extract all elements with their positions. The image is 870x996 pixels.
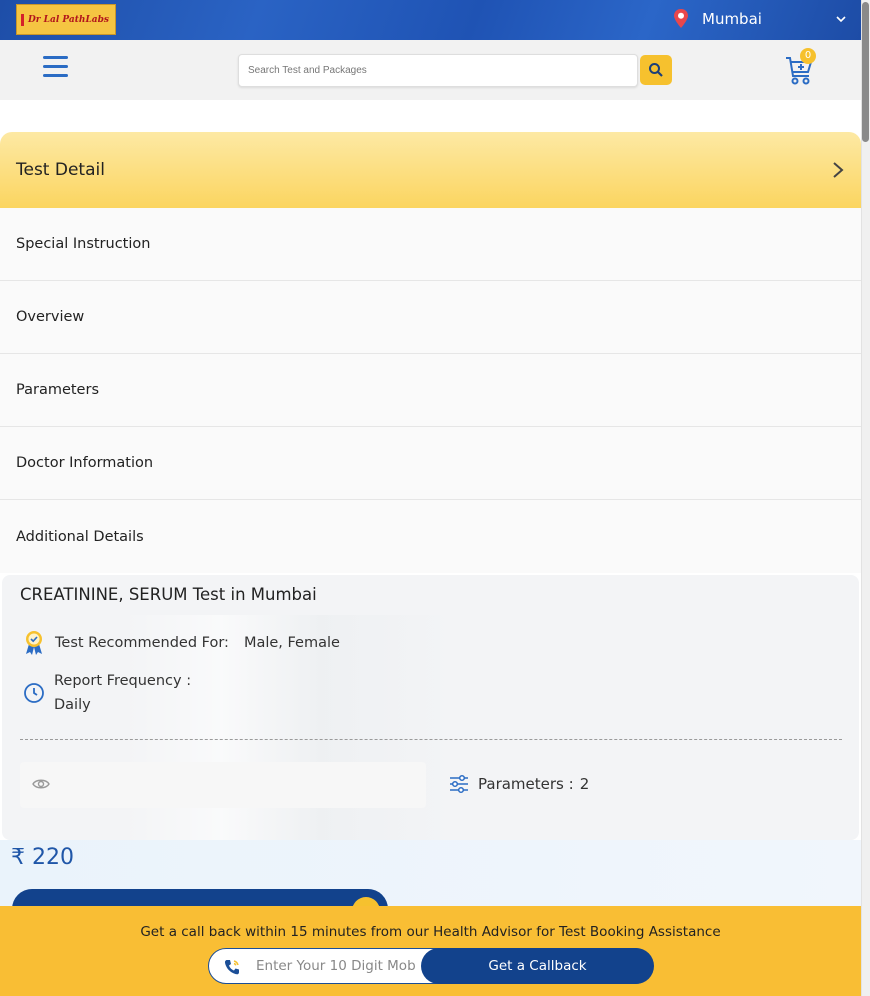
logo-mark <box>21 13 24 26</box>
accordion-overview[interactable]: Overview <box>0 281 861 354</box>
get-callback-button[interactable]: Get a Callback <box>421 948 654 984</box>
recommended-label: Test Recommended For: <box>55 635 229 651</box>
parameters-label: Parameters : <box>478 775 574 793</box>
views-box <box>20 762 426 808</box>
chevron-down-icon[interactable] <box>834 12 848 26</box>
city-name: Mumbai <box>702 10 762 28</box>
callback-bar: Get a call back within 15 minutes from o… <box>0 906 861 996</box>
scrollbar-track[interactable] <box>861 0 870 996</box>
menu-icon[interactable] <box>43 56 68 78</box>
accordion-additional-details[interactable]: Additional Details <box>0 500 861 573</box>
parameters-value: 2 <box>579 775 590 793</box>
test-info-accordion: Test Detail Special Instruction Overview… <box>0 132 861 573</box>
top-header: Dr Lal PathLabs Mumbai <box>0 0 861 40</box>
clock-icon <box>24 683 44 703</box>
search-icon <box>649 63 663 77</box>
cart-count-badge: 0 <box>800 48 816 64</box>
test-title: CREATININE, SERUM Test in Mumbai <box>20 585 317 604</box>
parameters-count: Parameters : 2 <box>448 773 589 795</box>
search-button[interactable] <box>640 55 672 85</box>
brand-logo[interactable]: Dr Lal PathLabs <box>16 4 116 35</box>
search-input[interactable]: Search Test and Packages <box>238 54 638 87</box>
accordion-test-detail[interactable]: Test Detail <box>0 132 861 208</box>
frequency-value: Daily <box>54 697 91 713</box>
callback-form: Enter Your 10 Digit Mobile Number Get a … <box>208 948 654 984</box>
mobile-number-input[interactable]: Enter Your 10 Digit Mobile Number <box>256 958 416 974</box>
logo-text: Dr Lal PathLabs <box>28 14 109 25</box>
phone-icon <box>224 960 239 975</box>
accordion-special-instruction[interactable]: Special Instruction <box>0 208 861 281</box>
frequency-label: Report Frequency : <box>54 673 192 689</box>
scrollbar-thumb[interactable] <box>862 2 869 142</box>
callback-message: Get a call back within 15 minutes from o… <box>140 924 721 940</box>
location-pin-icon <box>674 9 688 28</box>
city-selector[interactable]: Mumbai <box>672 8 762 30</box>
sliders-icon <box>450 774 468 794</box>
recommended-for-row: Test Recommended For: Male, Female <box>22 630 340 656</box>
award-badge-icon <box>26 631 42 655</box>
accordion-parameters[interactable]: Parameters <box>0 354 861 427</box>
accordion-doctor-information[interactable]: Doctor Information <box>0 427 861 500</box>
chevron-right-icon <box>833 162 844 178</box>
test-summary-card: CREATININE, SERUM Test in Mumbai Test Re… <box>2 575 859 840</box>
eye-icon <box>32 779 50 789</box>
divider <box>20 739 842 740</box>
recommended-value: Male, Female <box>243 635 340 651</box>
accordion-title: Test Detail <box>16 160 105 180</box>
test-price: ₹ 220 <box>11 845 74 870</box>
